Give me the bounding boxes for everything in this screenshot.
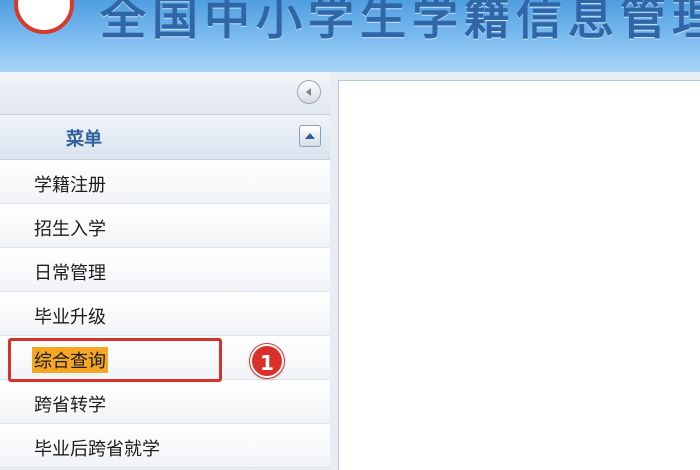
- sidebar-item-interprovincial-transfer[interactable]: 跨省转学: [0, 380, 330, 424]
- annotation-highlight-box: [8, 338, 222, 382]
- sidebar-item-graduation-promotion[interactable]: 毕业升级: [0, 292, 330, 336]
- menu-header: 菜单: [0, 115, 330, 160]
- chevron-up-icon[interactable]: [299, 125, 321, 147]
- menu-title: 菜单: [66, 129, 102, 150]
- sidebar-item-daily-management[interactable]: 日常管理: [0, 248, 330, 292]
- sidebar-item-label: 日常管理: [34, 263, 106, 284]
- sidebar-item-student-registration[interactable]: 学籍注册: [0, 160, 330, 204]
- sidebar-item-label: 毕业升级: [34, 307, 106, 328]
- content-frame: [330, 72, 700, 470]
- school-logo-icon: [14, 0, 74, 34]
- sidebar-item-enrollment[interactable]: 招生入学: [0, 204, 330, 248]
- sidebar-item-label: 招生入学: [34, 219, 106, 240]
- app-title: 全国中小学生学籍信息管理: [100, 0, 700, 45]
- collapse-left-icon[interactable]: [297, 80, 321, 104]
- content-pane: [338, 80, 700, 470]
- menu-list: 学籍注册 招生入学 日常管理 毕业升级 综合查询 跨省转学 毕业后跨省就学: [0, 160, 330, 468]
- sidebar: 菜单 学籍注册 招生入学 日常管理 毕业升级 综合查询 跨省转学 毕业后跨省就学: [0, 72, 331, 470]
- sidebar-item-post-graduation-study[interactable]: 毕业后跨省就学: [0, 424, 330, 468]
- sidebar-top-bar: [0, 72, 330, 115]
- sidebar-item-label: 毕业后跨省就学: [34, 439, 160, 460]
- annotation-step-badge: 1: [250, 344, 284, 378]
- sidebar-item-label: 跨省转学: [34, 395, 106, 416]
- sidebar-item-label: 学籍注册: [34, 175, 106, 196]
- app-header: 全国中小学生学籍信息管理: [0, 0, 700, 72]
